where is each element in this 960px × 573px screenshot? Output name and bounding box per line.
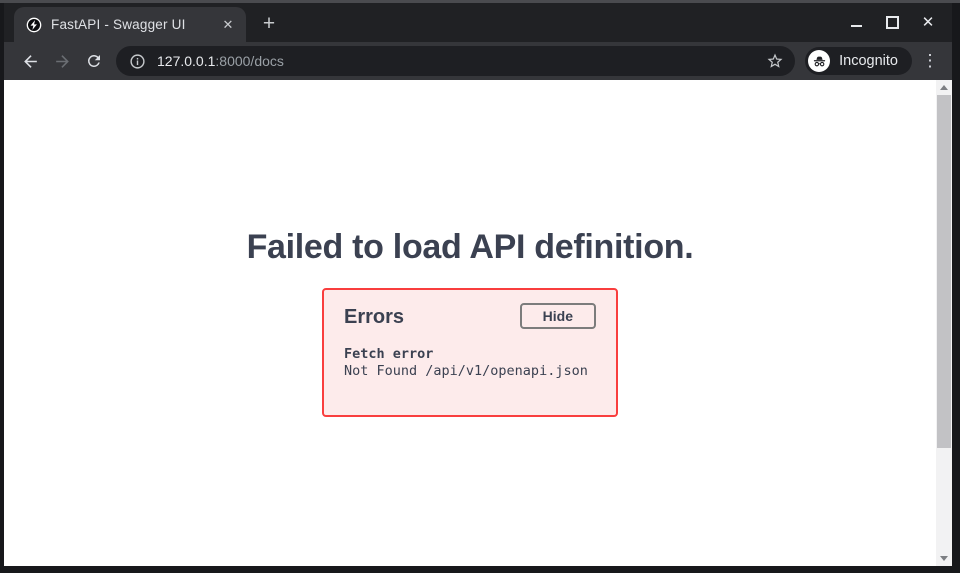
reload-icon xyxy=(85,52,103,70)
incognito-badge: Incognito xyxy=(805,47,912,75)
errors-panel-header: Errors Hide xyxy=(344,303,596,329)
tab-close-icon[interactable]: ✕ xyxy=(218,15,238,35)
browser-toolbar: 127.0.0.1:8000/docs Incognito ⋮ xyxy=(4,42,952,80)
url-host: 127.0.0.1 xyxy=(157,53,215,69)
kebab-menu-icon: ⋮ xyxy=(922,51,939,71)
forward-arrow-icon xyxy=(53,52,72,71)
scrollbar-thumb[interactable] xyxy=(937,95,951,448)
window-controls: ✕ xyxy=(846,3,938,42)
maximize-icon xyxy=(886,16,899,29)
vertical-scrollbar[interactable] xyxy=(936,80,952,566)
forward-button[interactable] xyxy=(48,47,76,75)
tab-fastapi-swagger[interactable]: FastAPI - Swagger UI ✕ xyxy=(14,7,246,42)
maximize-button[interactable] xyxy=(882,13,902,33)
url-text[interactable]: 127.0.0.1:8000/docs xyxy=(157,53,763,69)
bookmark-button[interactable] xyxy=(763,49,787,73)
hide-errors-button[interactable]: Hide xyxy=(520,303,596,329)
window-close-button[interactable]: ✕ xyxy=(918,13,938,33)
scroll-down-button[interactable] xyxy=(936,551,952,566)
scroll-up-button[interactable] xyxy=(936,80,952,95)
new-tab-button[interactable]: + xyxy=(254,8,284,40)
scroll-up-arrow-icon xyxy=(940,85,948,90)
page-viewport: Failed to load API definition. Errors Hi… xyxy=(4,80,952,566)
minimize-button[interactable] xyxy=(846,13,866,33)
incognito-label: Incognito xyxy=(839,53,898,69)
plus-icon: + xyxy=(263,12,275,36)
tab-title: FastAPI - Swagger UI xyxy=(51,17,209,32)
back-arrow-icon xyxy=(21,52,40,71)
info-icon xyxy=(129,53,146,70)
fastapi-favicon-icon xyxy=(26,17,42,33)
error-item: Fetch error Not Found /api/v1/openapi.js… xyxy=(344,346,596,381)
errors-panel: Errors Hide Fetch error Not Found /api/v… xyxy=(322,288,618,417)
site-info-button[interactable] xyxy=(129,53,146,70)
window-close-icon: ✕ xyxy=(922,15,935,30)
browser-menu-button[interactable]: ⋮ xyxy=(918,47,942,75)
page-title: Failed to load API definition. xyxy=(4,228,936,267)
reload-button[interactable] xyxy=(80,47,108,75)
error-title: Fetch error xyxy=(344,346,596,363)
minimize-icon xyxy=(851,25,862,27)
browser-window: FastAPI - Swagger UI ✕ + ✕ xyxy=(4,3,952,566)
tab-strip: FastAPI - Swagger UI ✕ + ✕ xyxy=(4,3,952,42)
incognito-icon xyxy=(808,50,830,72)
error-detail: Not Found /api/v1/openapi.json xyxy=(344,363,596,380)
scroll-down-arrow-icon xyxy=(940,556,948,561)
address-bar[interactable]: 127.0.0.1:8000/docs xyxy=(116,46,795,76)
star-icon xyxy=(766,52,784,70)
errors-panel-title: Errors xyxy=(344,306,404,329)
url-path: :8000/docs xyxy=(215,53,284,69)
back-button[interactable] xyxy=(16,47,44,75)
swagger-ui-page: Failed to load API definition. Errors Hi… xyxy=(4,80,952,566)
